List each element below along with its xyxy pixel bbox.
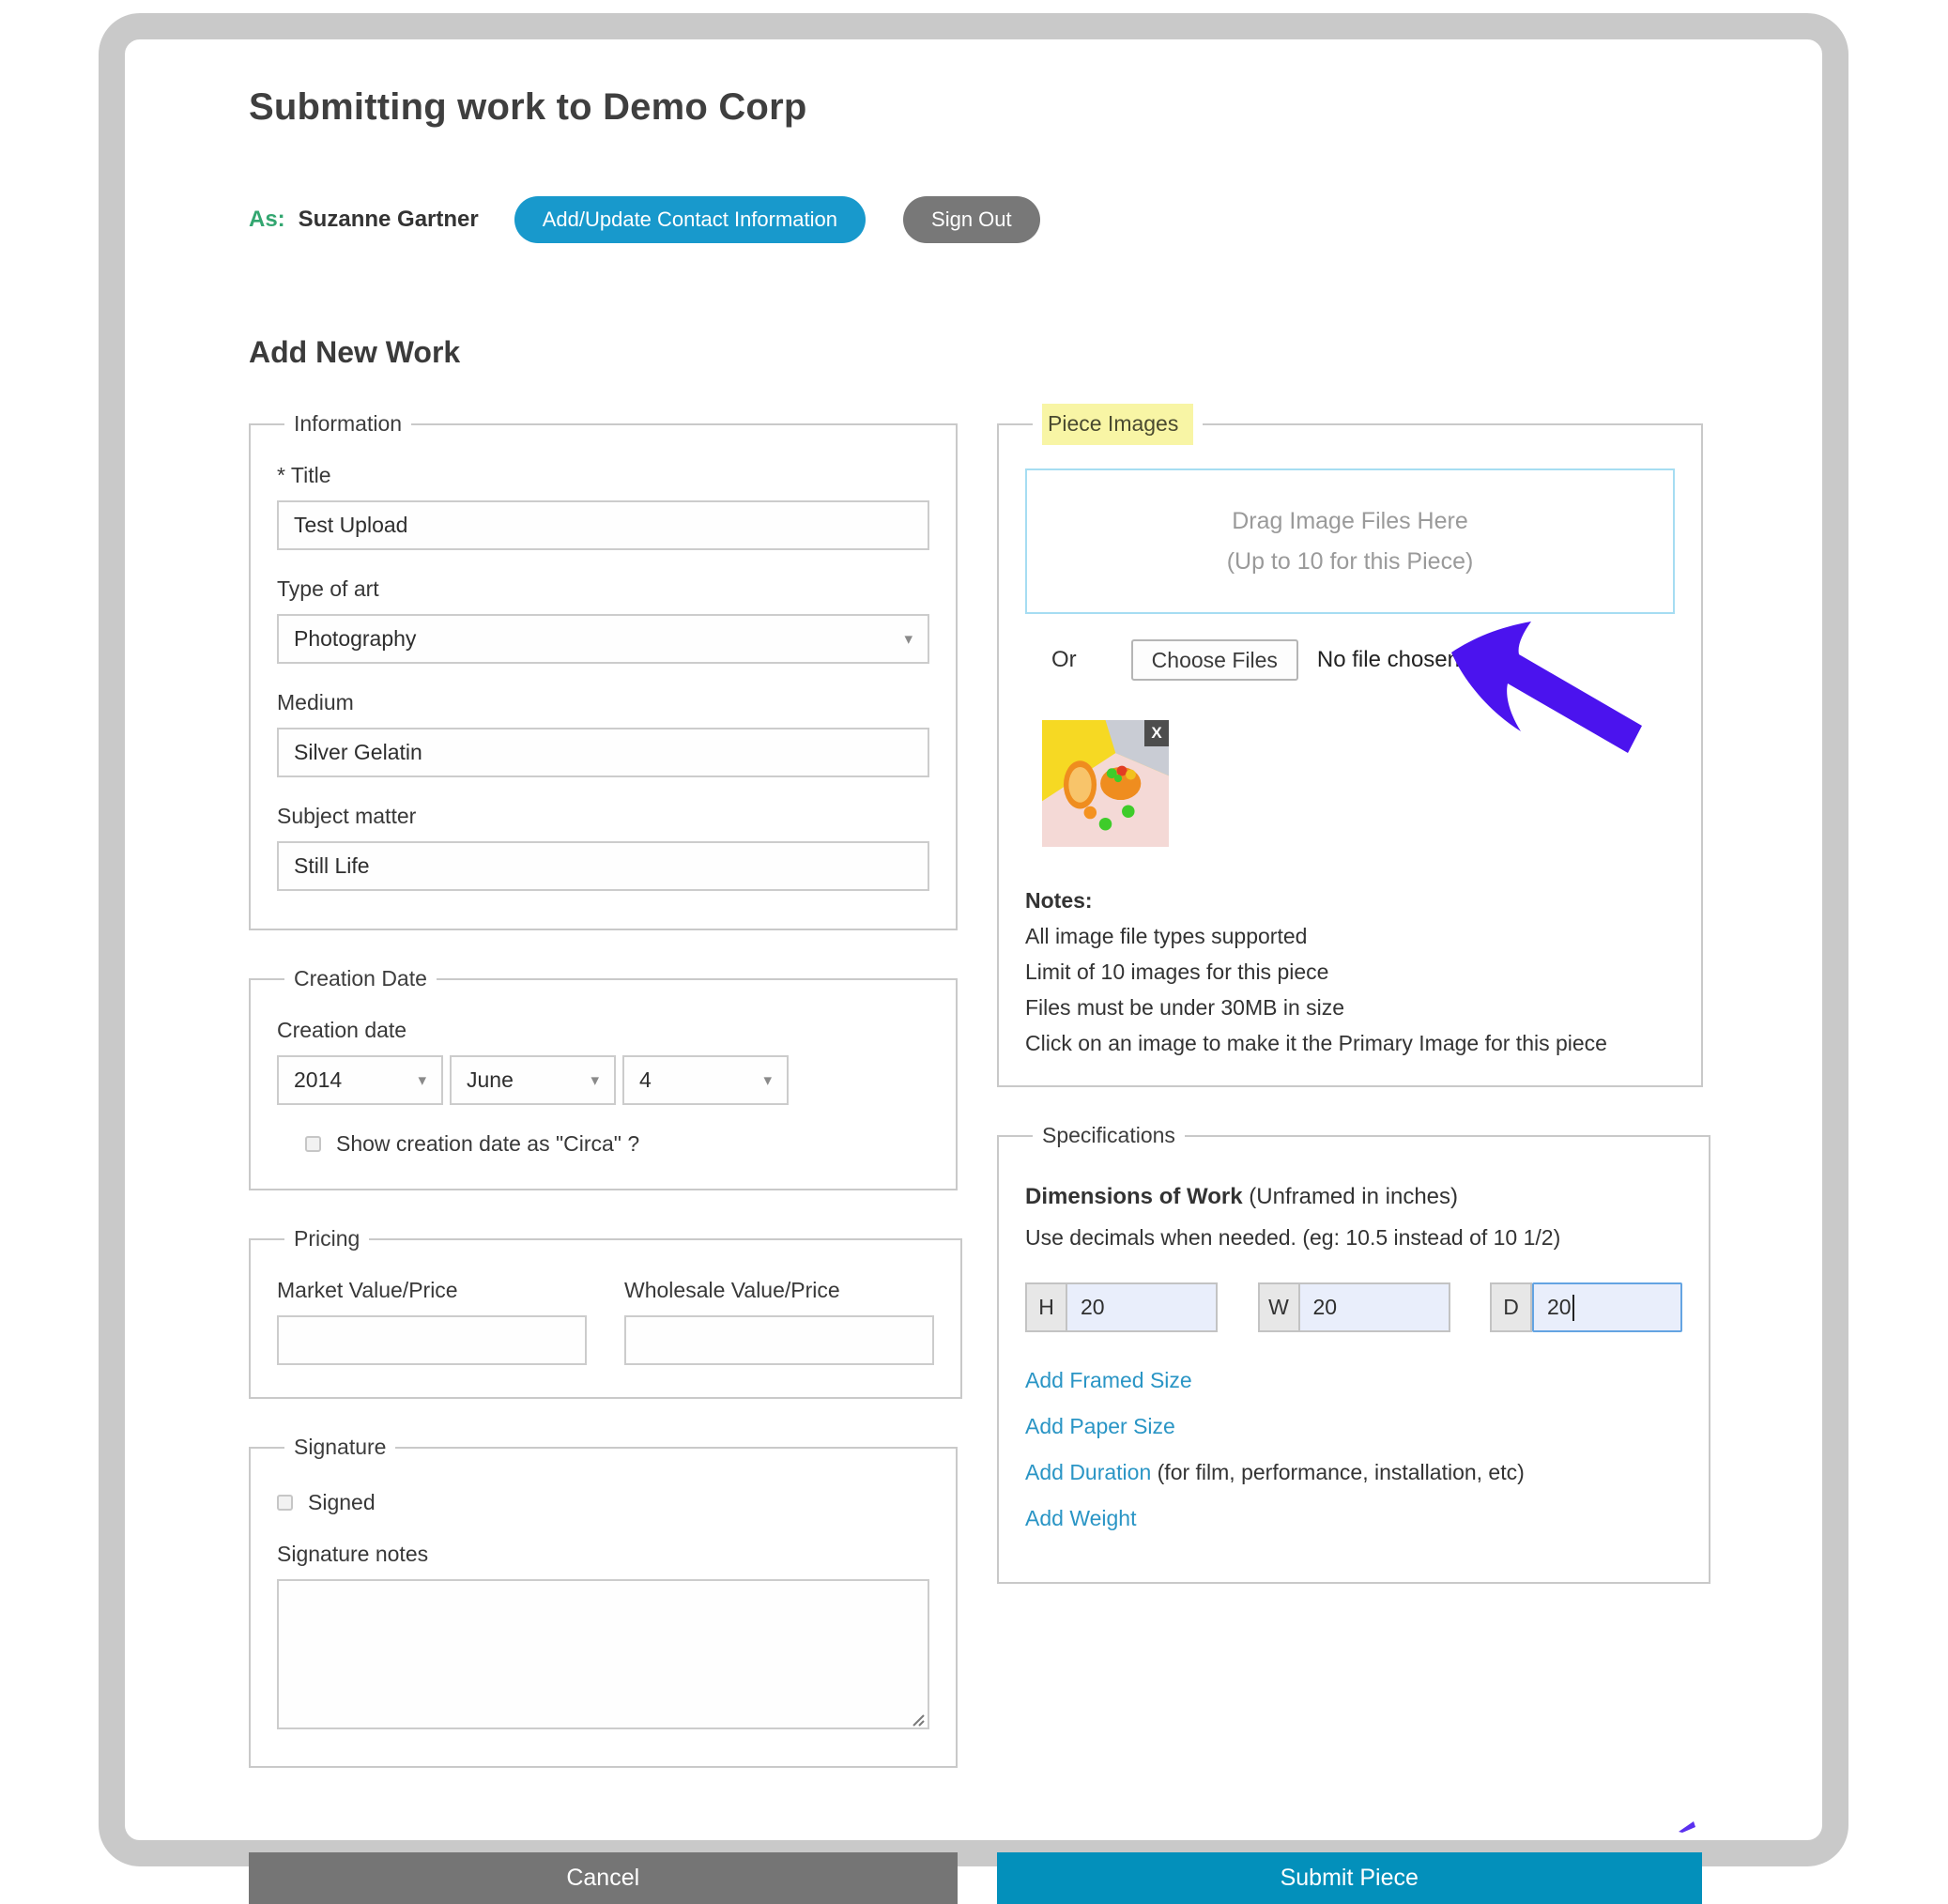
- pricing-legend: Pricing: [284, 1226, 369, 1251]
- add-paper-size-link[interactable]: Add Paper Size: [1025, 1412, 1175, 1440]
- signature-notes-textarea[interactable]: [277, 1579, 929, 1729]
- add-duration-link[interactable]: Add Duration: [1025, 1458, 1151, 1486]
- circa-checkbox[interactable]: [305, 1136, 321, 1152]
- add-duration-suffix: (for film, performance, installation, et…: [1151, 1460, 1525, 1484]
- title-label: * Title: [277, 463, 929, 488]
- type-of-art-label: Type of art: [277, 576, 929, 602]
- year-select[interactable]: 2014 ▾: [277, 1055, 443, 1105]
- note-line: All image file types supported: [1025, 918, 1675, 954]
- add-update-contact-button[interactable]: Add/Update Contact Information: [514, 196, 866, 243]
- creation-date-label: Creation date: [277, 1018, 929, 1043]
- day-value: 4: [639, 1067, 652, 1093]
- submit-piece-button[interactable]: Submit Piece: [997, 1852, 1703, 1904]
- remove-image-button[interactable]: X: [1144, 720, 1169, 746]
- resize-handle-icon[interactable]: [911, 1712, 925, 1727]
- title-input[interactable]: [277, 500, 929, 550]
- information-fieldset: Information * Title Type of art Photogra…: [249, 411, 958, 930]
- note-line: Limit of 10 images for this piece: [1025, 954, 1675, 990]
- dimensions-heading-bold: Dimensions of Work: [1025, 1184, 1243, 1209]
- chevron-down-icon: ▾: [591, 1071, 599, 1090]
- piece-images-fieldset: Piece Images Drag Image Files Here (Up t…: [997, 411, 1703, 1087]
- decimals-note: Use decimals when needed. (eg: 10.5 inst…: [1025, 1225, 1682, 1251]
- note-line: Click on an image to make it the Primary…: [1025, 1025, 1675, 1061]
- chevron-down-icon: ▾: [904, 630, 913, 649]
- user-bar: As: Suzanne Gartner Add/Update Contact I…: [249, 196, 1702, 243]
- note-line: Files must be under 30MB in size: [1025, 990, 1675, 1025]
- width-value: 20: [1313, 1295, 1338, 1320]
- sign-out-button[interactable]: Sign Out: [903, 196, 1040, 243]
- specifications-fieldset: Specifications Dimensions of Work (Unfra…: [997, 1123, 1710, 1584]
- height-input[interactable]: 20: [1067, 1282, 1218, 1332]
- choose-files-button[interactable]: Choose Files: [1131, 639, 1298, 681]
- uploaded-image-thumbnail[interactable]: X: [1042, 720, 1169, 847]
- height-value: 20: [1081, 1295, 1105, 1320]
- creation-date-legend: Creation Date: [284, 966, 437, 991]
- cancel-button[interactable]: Cancel: [249, 1852, 958, 1904]
- signature-fieldset: Signature Signed Signature notes: [249, 1435, 958, 1768]
- dimensions-heading-suffix: (Unframed in inches): [1243, 1184, 1458, 1209]
- dropzone-line2: (Up to 10 for this Piece): [1227, 548, 1474, 576]
- no-file-chosen-text: No file chosen: [1317, 647, 1460, 673]
- year-value: 2014: [294, 1067, 342, 1093]
- information-legend: Information: [284, 411, 411, 437]
- market-value-label: Market Value/Price: [277, 1278, 587, 1303]
- wholesale-value-label: Wholesale Value/Price: [624, 1278, 934, 1303]
- cursor-artifact: [1679, 1821, 1695, 1833]
- depth-input[interactable]: 20: [1532, 1282, 1682, 1332]
- pricing-fieldset: Pricing Market Value/Price Wholesale Val…: [249, 1226, 962, 1399]
- image-dropzone[interactable]: Drag Image Files Here (Up to 10 for this…: [1025, 468, 1675, 614]
- dropzone-line1: Drag Image Files Here: [1232, 508, 1467, 535]
- medium-input[interactable]: [277, 728, 929, 777]
- or-label: Or: [1051, 647, 1077, 673]
- type-of-art-value: Photography: [294, 626, 416, 652]
- depth-label: D: [1490, 1282, 1532, 1332]
- width-label: W: [1258, 1282, 1300, 1332]
- month-select[interactable]: June ▾: [450, 1055, 616, 1105]
- section-heading: Add New Work: [249, 335, 1702, 370]
- width-field-group: W 20: [1258, 1282, 1450, 1332]
- piece-images-highlight: Piece Images: [1042, 404, 1193, 445]
- user-name: Suzanne Gartner: [299, 207, 479, 233]
- height-label: H: [1025, 1282, 1067, 1332]
- chevron-down-icon: ▾: [763, 1071, 772, 1090]
- as-label: As:: [249, 207, 285, 233]
- notes-heading: Notes:: [1025, 883, 1675, 918]
- page-title: Submitting work to Demo Corp: [249, 86, 1702, 129]
- text-cursor: [1572, 1295, 1574, 1321]
- day-select[interactable]: 4 ▾: [622, 1055, 789, 1105]
- wholesale-value-input[interactable]: [624, 1315, 934, 1365]
- depth-field-group: D 20: [1490, 1282, 1682, 1332]
- circa-label: Show creation date as "Circa" ?: [336, 1131, 639, 1157]
- specifications-legend: Specifications: [1033, 1123, 1185, 1148]
- dimensions-heading: Dimensions of Work (Unframed in inches): [1025, 1184, 1682, 1210]
- market-value-input[interactable]: [277, 1315, 587, 1365]
- add-framed-size-link[interactable]: Add Framed Size: [1025, 1366, 1192, 1394]
- depth-value: 20: [1547, 1295, 1572, 1320]
- add-weight-link[interactable]: Add Weight: [1025, 1504, 1136, 1532]
- subject-matter-label: Subject matter: [277, 804, 929, 829]
- type-of-art-select[interactable]: Photography ▾: [277, 614, 929, 664]
- signature-legend: Signature: [284, 1435, 395, 1460]
- subject-matter-input[interactable]: [277, 841, 929, 891]
- form-card: Submitting work to Demo Corp As: Suzanne…: [99, 13, 1848, 1866]
- width-input[interactable]: 20: [1300, 1282, 1450, 1332]
- signed-label: Signed: [308, 1490, 376, 1515]
- footer-actions: Cancel Submit Piece: [249, 1852, 1702, 1904]
- piece-images-legend: Piece Images: [1033, 411, 1203, 437]
- signature-notes-label: Signature notes: [277, 1542, 929, 1567]
- creation-date-fieldset: Creation Date Creation date 2014 ▾ June …: [249, 966, 958, 1190]
- chevron-down-icon: ▾: [418, 1071, 426, 1090]
- height-field-group: H 20: [1025, 1282, 1218, 1332]
- month-value: June: [467, 1067, 514, 1093]
- medium-label: Medium: [277, 690, 929, 715]
- signed-checkbox[interactable]: [277, 1495, 293, 1511]
